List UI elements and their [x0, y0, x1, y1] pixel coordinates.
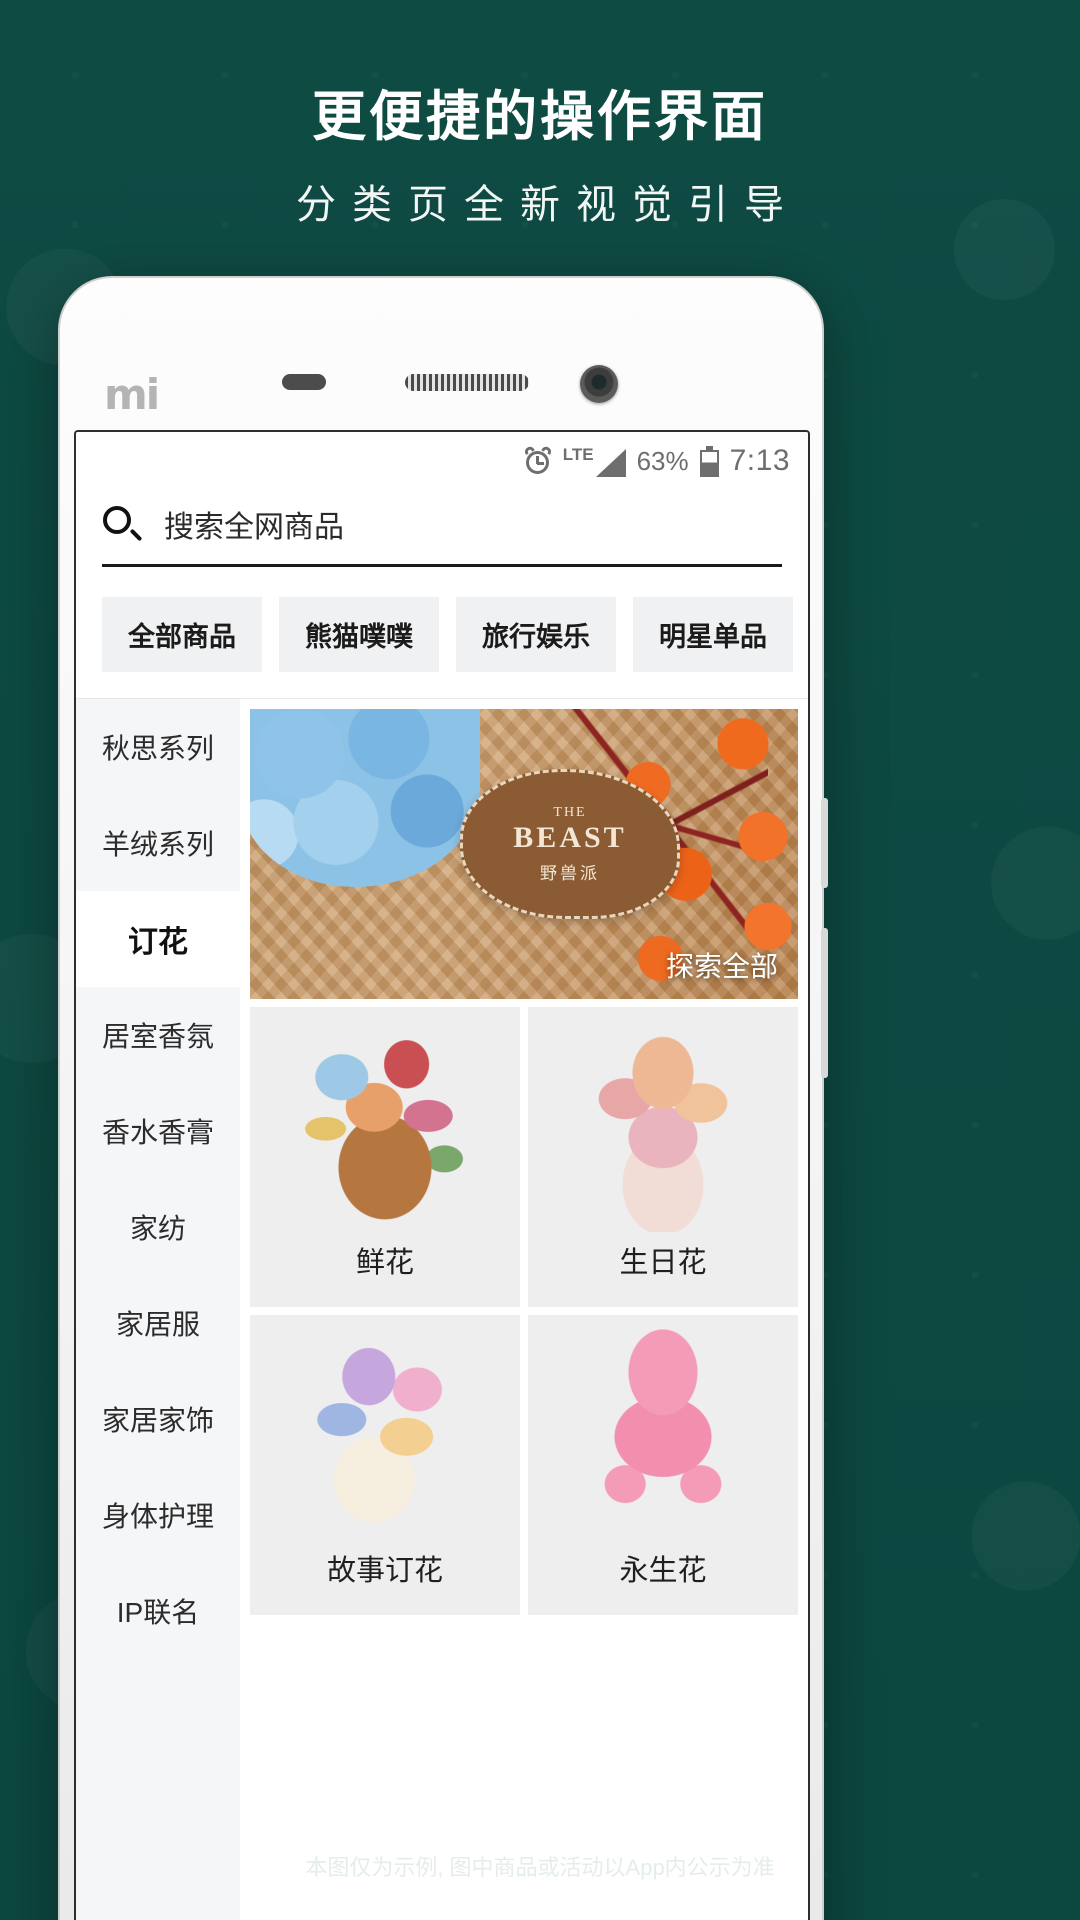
product-card-eternal-flowers[interactable]: 永生花: [528, 1315, 798, 1615]
filter-chip-star[interactable]: 明星单品: [633, 597, 793, 672]
volume-button[interactable]: [821, 798, 828, 888]
sidebar-item-ip-collab[interactable]: IP联名: [76, 1563, 240, 1659]
filter-chip-panda[interactable]: 熊猫噗噗: [279, 597, 439, 672]
phone-screen: LTE 63% 7:13 搜索全网商品 全部商品 熊猫噗噗 旅行娱乐 明星单品: [74, 430, 810, 1920]
sidebar-item-flowers[interactable]: 订花: [76, 891, 240, 987]
network-label: LTE: [562, 444, 594, 464]
sidebar-item-homewear[interactable]: 家居服: [76, 1275, 240, 1371]
alarm-icon: [522, 445, 553, 475]
product-grid: 鲜花 生日花 故事订花 永生花: [240, 999, 808, 1615]
product-card-story-flowers[interactable]: 故事订花: [250, 1315, 520, 1615]
sidebar-item-home-fragrance[interactable]: 居室香氛: [76, 987, 240, 1083]
product-label: 故事订花: [326, 1555, 443, 1587]
category-content: THE BEAST 野兽派 探索全部 鲜花 生日花 故事订花 永生花: [240, 699, 808, 1920]
category-body: 秋思系列 羊绒系列 订花 居室香氛 香水香膏 家纺 家居服 家居家饰 身体护理 …: [76, 699, 808, 1920]
sidebar-item-qiusi[interactable]: 秋思系列: [76, 699, 240, 795]
camera-icon: [580, 365, 618, 403]
phone-mockup: mi LTE 63% 7:13 搜索全网商品 全部商品 熊猫噗噗 旅行娱乐 明星…: [58, 276, 828, 1920]
power-button[interactable]: [821, 928, 828, 1078]
sidebar-item-cashmere[interactable]: 羊绒系列: [76, 795, 240, 891]
product-label: 鲜花: [355, 1247, 414, 1279]
brand-tag-main: BEAST: [513, 820, 627, 854]
product-image: [250, 1325, 520, 1540]
product-label: 生日花: [619, 1247, 707, 1279]
signal-bars-icon: LTE: [563, 446, 626, 477]
promo-headline: 更便捷的操作界面 分类页全新视觉引导: [0, 86, 1080, 230]
sidebar-item-body-care[interactable]: 身体护理: [76, 1467, 240, 1563]
page-subtitle: 分类页全新视觉引导: [296, 181, 800, 227]
product-card-fresh-flowers[interactable]: 鲜花: [250, 1007, 520, 1307]
phone-hardware-row: [60, 362, 822, 403]
hero-banner[interactable]: THE BEAST 野兽派 探索全部: [250, 709, 798, 999]
filter-chip-row[interactable]: 全部商品 熊猫噗噗 旅行娱乐 明星单品: [76, 567, 808, 698]
sidebar-item-textile[interactable]: 家纺: [76, 1179, 240, 1275]
search-icon[interactable]: [102, 505, 143, 543]
sensor-icon: [282, 374, 326, 390]
brand-tag-top: THE: [553, 804, 587, 820]
filter-chip-travel[interactable]: 旅行娱乐: [456, 597, 616, 672]
product-image: [528, 1325, 798, 1540]
filter-chip-all[interactable]: 全部商品: [102, 597, 262, 672]
disclaimer-text: 本图仅为示例, 图中商品或活动以App内公示为准: [305, 1855, 775, 1880]
category-sidebar[interactable]: 秋思系列 羊绒系列 订花 居室香氛 香水香膏 家纺 家居服 家居家饰 身体护理 …: [76, 699, 240, 1920]
sidebar-item-perfume[interactable]: 香水香膏: [76, 1083, 240, 1179]
product-image: [250, 1017, 520, 1232]
brand-tag-cn: 野兽派: [540, 863, 600, 883]
search-bar[interactable]: 搜索全网商品: [76, 490, 808, 567]
sidebar-item-home-decor[interactable]: 家居家饰: [76, 1371, 240, 1467]
product-label: 永生花: [619, 1555, 707, 1587]
search-input[interactable]: 搜索全网商品: [164, 502, 344, 546]
battery-icon: [699, 445, 719, 477]
explore-all-link[interactable]: 探索全部: [666, 945, 778, 985]
product-card-birthday-flowers[interactable]: 生日花: [528, 1007, 798, 1307]
status-clock: 7:13: [729, 444, 790, 477]
battery-percent: 63%: [636, 445, 689, 476]
brand-logo: mi: [104, 370, 160, 419]
status-bar: LTE 63% 7:13: [76, 432, 808, 490]
brand-tag: THE BEAST 野兽派: [460, 769, 680, 919]
product-image: [528, 1017, 798, 1232]
page-title: 更便捷的操作界面: [312, 87, 768, 147]
speaker-icon: [405, 374, 529, 391]
